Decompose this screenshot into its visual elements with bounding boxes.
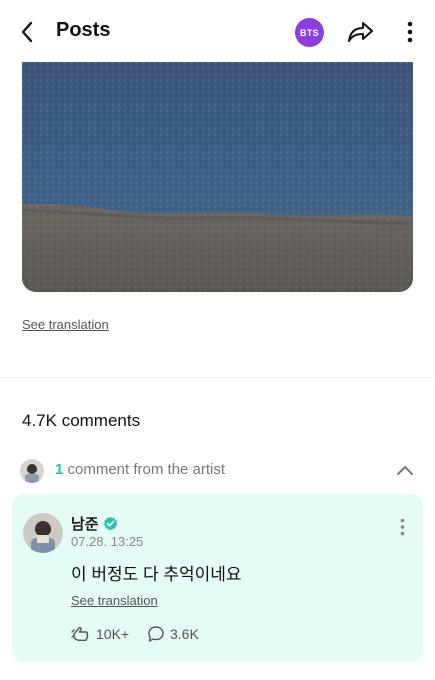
comment-timestamp: 07.28. 13:25 — [71, 534, 144, 549]
back-button[interactable] — [14, 18, 40, 46]
avatar[interactable] — [23, 513, 63, 553]
comment-bubble-icon — [148, 626, 164, 642]
more-vertical-icon — [407, 21, 413, 43]
artist-comment-label: comment from the artist — [63, 461, 226, 478]
section-divider — [0, 377, 435, 378]
artist-comments-toggle[interactable]: 1 comment from the artist — [18, 455, 418, 485]
avatar — [20, 459, 44, 483]
share-button[interactable] — [346, 18, 376, 46]
page-title: Posts — [56, 19, 111, 41]
verified-badge-icon — [103, 516, 118, 531]
chevron-up-icon[interactable] — [394, 459, 416, 481]
share-icon — [348, 22, 373, 42]
more-vertical-icon — [400, 518, 404, 536]
cheer-icon — [71, 626, 89, 641]
artist-community-badge[interactable]: BTS — [295, 18, 324, 47]
reply-button[interactable]: 3.6K — [147, 625, 199, 643]
comment-text: 이 버정도 다 추억이네요 — [71, 565, 242, 584]
artist-comment-summary: 1 comment from the artist — [55, 461, 225, 478]
see-translation-link[interactable]: See translation — [22, 317, 109, 332]
back-arrow-icon — [21, 21, 33, 43]
see-translation-link[interactable]: See translation — [71, 593, 158, 608]
reply-count: 3.6K — [170, 626, 199, 642]
post-photo[interactable] — [22, 62, 413, 292]
like-count: 10K+ — [96, 626, 130, 642]
comments-count: 4.7K comments — [22, 411, 141, 430]
like-button[interactable]: 10K+ — [71, 625, 129, 643]
author-name: 남준 — [71, 516, 99, 533]
comment-more-button[interactable] — [395, 516, 409, 538]
artist-comment-card: 남준 07.28. 13:25 이 버정도 다 추억이네요 See transl… — [12, 494, 423, 662]
comment-author[interactable]: 남준 — [71, 513, 118, 534]
app-header: Posts BTS — [0, 0, 435, 62]
more-options-button[interactable] — [400, 18, 420, 46]
